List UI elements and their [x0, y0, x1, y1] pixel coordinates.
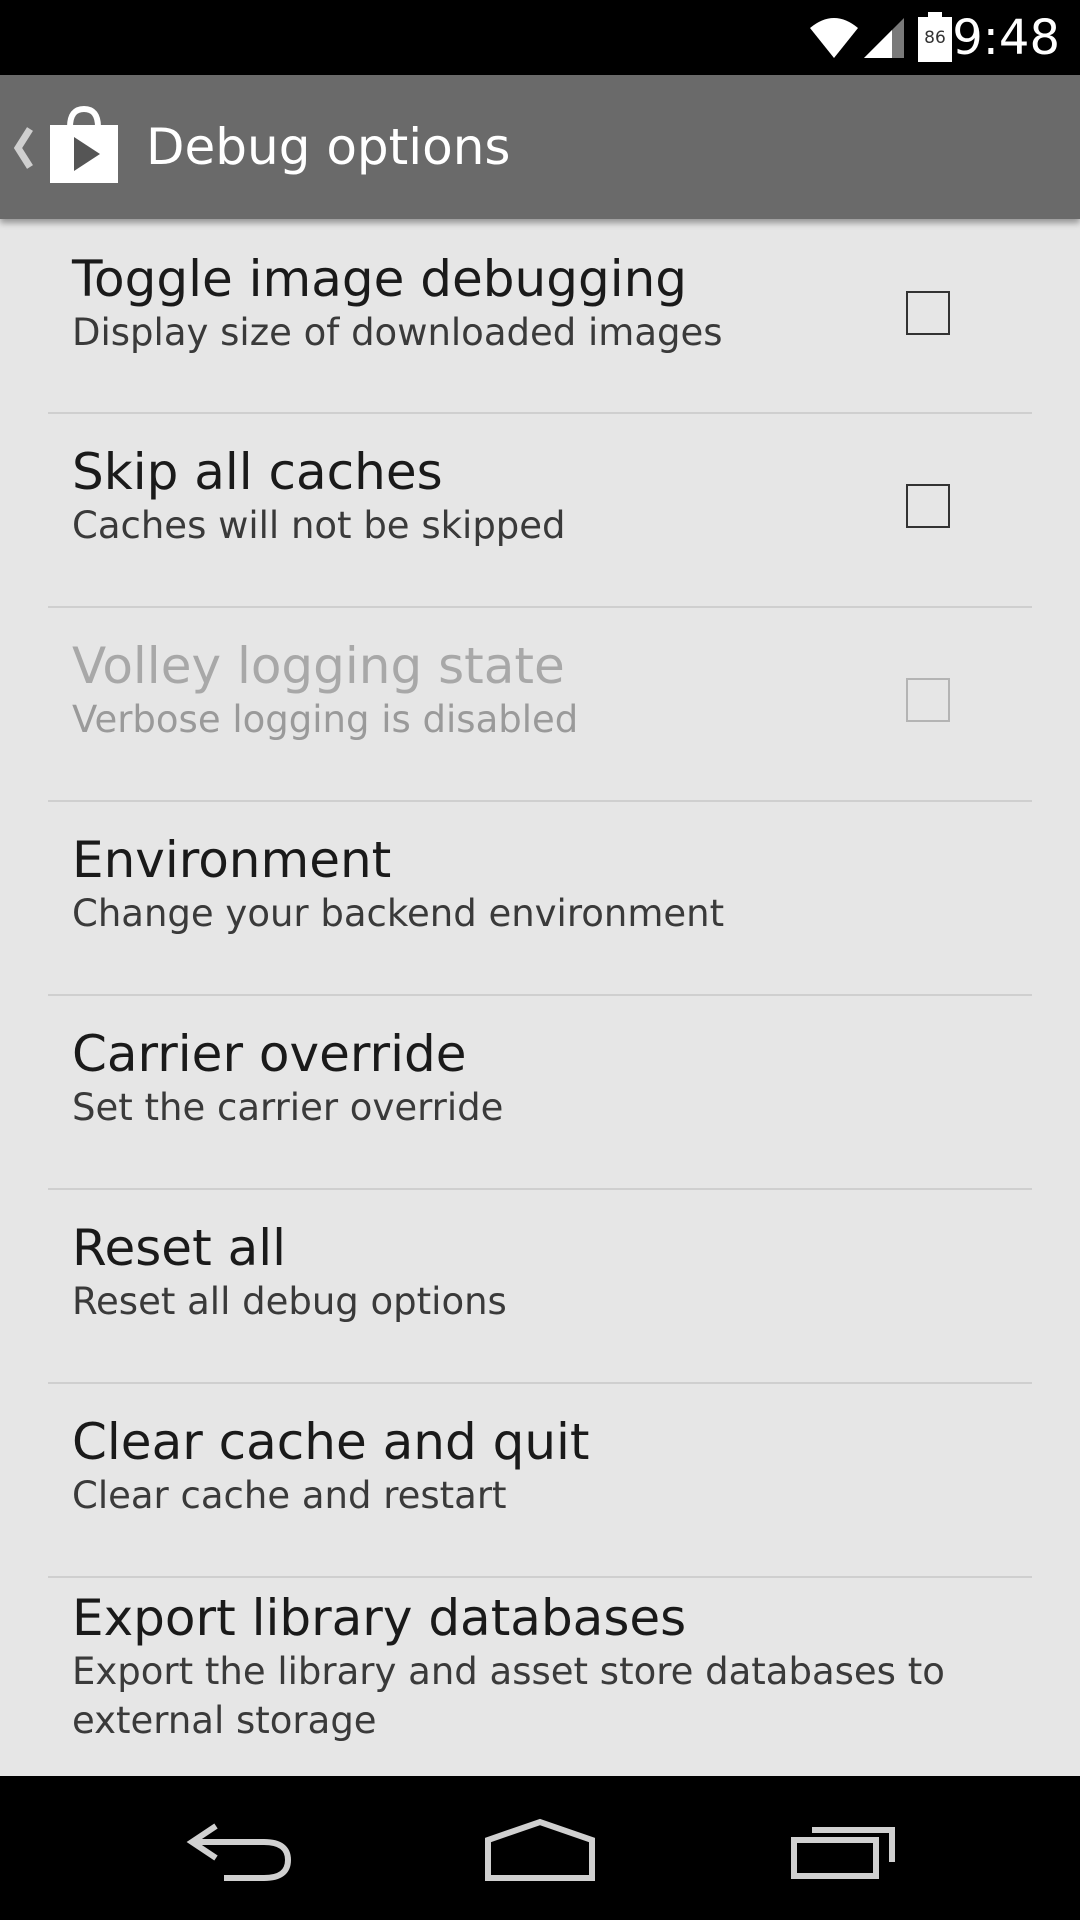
pref-skip-all-caches[interactable]: Skip all caches Caches will not be skipp…: [48, 414, 1032, 607]
pref-summary: Display size of downloaded images: [72, 311, 723, 354]
battery-icon: 86: [918, 12, 952, 62]
up-caret-icon[interactable]: [10, 123, 36, 173]
recents-icon[interactable]: [790, 1818, 896, 1880]
wifi-icon: [810, 18, 858, 58]
cell-signal-icon: [864, 18, 904, 58]
pref-summary: Clear cache and restart: [72, 1474, 507, 1517]
pref-reset-all[interactable]: Reset all Reset all debug options: [48, 1190, 1032, 1383]
back-icon[interactable]: [186, 1820, 292, 1882]
pref-summary: Export the library and asset store datab…: [72, 1650, 945, 1742]
preference-list: Toggle image debugging Display size of d…: [0, 219, 1080, 1776]
pref-title: Carrier override: [72, 1025, 467, 1083]
pref-summary: Caches will not be skipped: [72, 504, 566, 547]
navigation-bar: [0, 1776, 1080, 1920]
pref-clear-cache-and-quit[interactable]: Clear cache and quit Clear cache and res…: [48, 1384, 1032, 1577]
pref-export-library-databases[interactable]: Export library databases Export the libr…: [48, 1578, 1032, 1776]
pref-summary: Set the carrier override: [72, 1086, 504, 1129]
status-time: 9:48: [952, 10, 1060, 66]
home-icon[interactable]: [484, 1818, 596, 1882]
pref-title: Skip all caches: [72, 443, 443, 501]
pref-title: Reset all: [72, 1219, 286, 1277]
pref-title: Clear cache and quit: [72, 1413, 590, 1471]
screen: 86 9:48 Debug options Toggle image debug…: [0, 0, 1080, 1920]
pref-summary: Verbose logging is disabled: [72, 698, 579, 741]
checkbox[interactable]: [906, 291, 950, 335]
checkbox[interactable]: [906, 484, 950, 528]
action-bar: Debug options: [0, 75, 1080, 219]
checkbox: [906, 678, 950, 722]
pref-title: Volley logging state: [72, 637, 565, 695]
battery-level: 86: [924, 28, 946, 48]
pref-toggle-image-debugging[interactable]: Toggle image debugging Display size of d…: [48, 219, 1032, 413]
pref-title: Toggle image debugging: [72, 250, 688, 308]
pref-summary: Change your backend environment: [72, 892, 725, 935]
pref-title: Export library databases: [72, 1589, 687, 1647]
page-title: Debug options: [146, 118, 511, 176]
pref-carrier-override[interactable]: Carrier override Set the carrier overrid…: [48, 996, 1032, 1189]
status-bar: 86 9:48: [0, 0, 1080, 75]
play-store-bag-icon[interactable]: [48, 105, 120, 185]
pref-summary: Reset all debug options: [72, 1280, 507, 1323]
pref-environment[interactable]: Environment Change your backend environm…: [48, 802, 1032, 995]
pref-volley-logging-state: Volley logging state Verbose logging is …: [48, 608, 1032, 801]
pref-title: Environment: [72, 831, 392, 889]
